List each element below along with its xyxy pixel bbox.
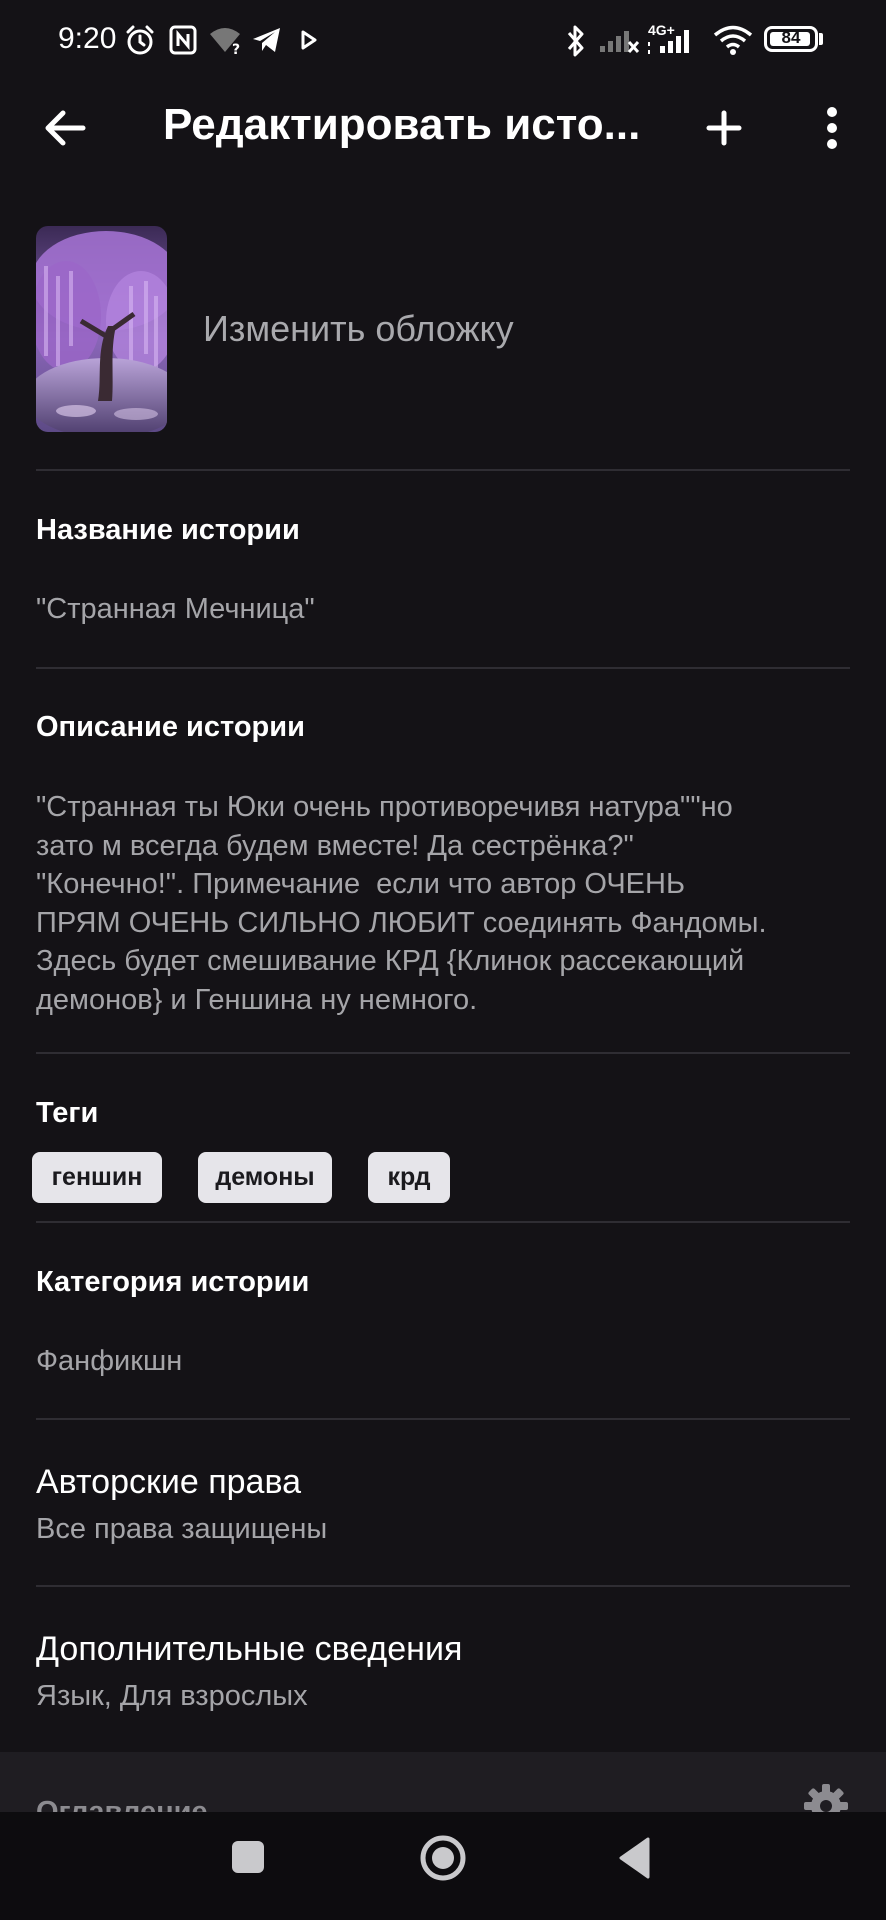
plus-icon [706, 110, 742, 146]
wifi-question-icon: ? [210, 28, 240, 56]
story-description-field[interactable]: "Странная ты Юки очень противоречивя нат… [36, 788, 856, 1019]
recents-button[interactable] [223, 1832, 275, 1884]
battery-tip [819, 33, 823, 45]
copyright-row[interactable]: Авторские права Все права защищены [0, 1440, 886, 1580]
tag-chip[interactable]: крд [368, 1152, 450, 1203]
back-button[interactable] [30, 96, 100, 166]
square-icon [232, 1841, 264, 1873]
divider [36, 1585, 850, 1587]
extra-info-value: Язык, Для взрослых [36, 1680, 308, 1712]
back-nav-button[interactable] [608, 1830, 664, 1886]
nfc-icon [169, 25, 197, 55]
wifi-icon [713, 25, 753, 55]
more-button[interactable] [800, 96, 862, 166]
battery-level: 84 [781, 28, 801, 47]
status-time: 9:20 [58, 22, 117, 55]
telegram-icon [253, 28, 280, 52]
alarm-icon [126, 25, 154, 55]
category-field[interactable]: Фанфикшн [36, 1345, 182, 1378]
signal-icon [648, 30, 689, 54]
divider [36, 1052, 850, 1054]
tags-label: Теги [36, 1097, 99, 1129]
tag-chip[interactable]: геншин [32, 1152, 162, 1203]
story-description-label: Описание истории [36, 711, 305, 743]
story-title-label: Название истории [36, 514, 300, 546]
status-bar: 9:20 ? 4G+ 84 [0, 0, 886, 80]
story-title-field[interactable]: "Странная Мечница" [36, 593, 315, 626]
bluetooth-icon [567, 25, 584, 57]
toc-header[interactable]: Оглавление [0, 1752, 886, 1812]
cover-image[interactable] [36, 226, 167, 432]
triangle-back-icon [619, 1837, 650, 1879]
home-button[interactable] [415, 1830, 471, 1886]
svg-text:?: ? [232, 42, 240, 56]
divider [36, 1418, 850, 1420]
toc-label: Оглавление [36, 1796, 208, 1812]
arrow-left-icon [45, 110, 86, 146]
battery-indicator: 84 [764, 26, 818, 52]
extra-info-row[interactable]: Дополнительные сведения Язык, Для взросл… [0, 1606, 886, 1746]
play-icon [301, 30, 317, 50]
divider [36, 667, 850, 669]
divider [36, 469, 850, 471]
divider [36, 1221, 850, 1223]
gear-icon[interactable] [800, 1780, 852, 1812]
more-vertical-icon [827, 107, 837, 149]
copyright-label: Авторские права [36, 1463, 302, 1501]
circle-icon [420, 1835, 466, 1881]
page-title: Редактировать исто... [163, 100, 641, 149]
tag-chip[interactable]: демоны [198, 1152, 332, 1203]
system-nav-bar [0, 1812, 886, 1920]
wisteria-tree-image [36, 226, 167, 432]
change-cover-button[interactable]: Изменить обложку [203, 308, 514, 350]
category-label: Категория истории [36, 1266, 310, 1298]
extra-info-label: Дополнительные сведения [36, 1630, 463, 1668]
signal-off-icon [600, 31, 640, 54]
add-button[interactable] [688, 96, 758, 166]
copyright-value: Все права защищены [36, 1513, 328, 1545]
